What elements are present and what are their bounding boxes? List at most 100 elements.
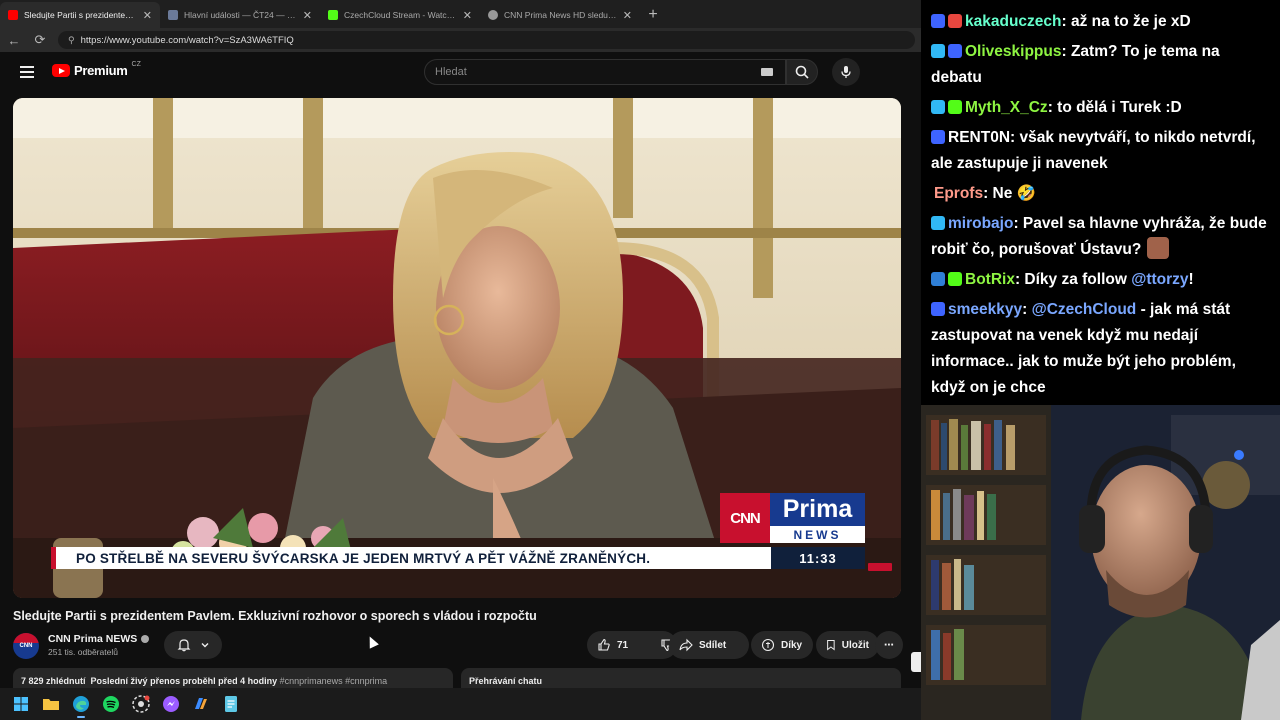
badge-icon: [931, 130, 945, 144]
microphone-icon: [841, 66, 851, 78]
tab-kick[interactable]: CzechCloud Stream - Watch Live ✕: [320, 2, 480, 28]
menu-icon[interactable]: [20, 66, 34, 78]
chat-message: Oliveskippus: Zatm? To je tema na debatu: [931, 39, 1270, 91]
channel-row: CNN CNN Prima NEWS 251 tis. odběratelů 7…: [13, 630, 903, 660]
thanks-button[interactable]: Díky: [751, 631, 813, 659]
youtube-page: Premium CZ Hledat CNN Prima NEWS PO STŘE…: [0, 52, 921, 698]
broadcast-clock: 11:33: [771, 547, 865, 569]
site-info-icon[interactable]: ⚲: [68, 35, 75, 46]
channel-name-link[interactable]: CNN Prima NEWS: [48, 633, 150, 645]
view-count: 7 829 zhlédnutí: [21, 676, 86, 686]
brand-label: Premium: [74, 63, 128, 78]
chat-username[interactable]: Myth_X_Cz: [965, 99, 1048, 116]
chat-username[interactable]: BotRix: [965, 271, 1015, 288]
emote-icon: [1147, 237, 1170, 259]
like-button[interactable]: 71: [587, 631, 638, 659]
video-title: Sledujte Partii s prezidentem Pavlem. Ex…: [13, 609, 537, 623]
badge-icon: [948, 44, 962, 58]
chat-username[interactable]: kakaduczech: [965, 13, 1062, 30]
user-badges: [931, 44, 962, 58]
chat-message: mirobajo: Pavel sa hlavne vyhráža, že bu…: [931, 211, 1270, 263]
tab-cnn-prima[interactable]: CNN Prima News HD sledujte onl ✕: [480, 2, 640, 28]
chat-username[interactable]: RENT0N: [948, 129, 1010, 146]
close-icon[interactable]: ✕: [143, 9, 152, 22]
tab-title: CzechCloud Stream - Watch Live: [344, 10, 457, 20]
stream-chat-overlay: kakaduczech: až na to že je xD Oliveskipp…: [921, 0, 1280, 405]
chat-message: Eprofs: Ne 🤣: [931, 181, 1270, 207]
chat-message: RENT0N: však nevytváří, to nikdo netvrdí…: [931, 125, 1270, 177]
badge-icon: [931, 100, 945, 114]
verified-icon: [141, 635, 150, 643]
youtube-favicon-icon: [8, 10, 18, 20]
hashtags[interactable]: #cnnprimanews #cnnprima: [280, 676, 388, 686]
chat-username[interactable]: Oliveskippus: [965, 43, 1061, 60]
more-actions-button[interactable]: ⋯: [875, 631, 903, 659]
tab-youtube[interactable]: Sledujte Partii s prezidentem Pavle ✕: [0, 2, 160, 28]
chat-mention[interactable]: @ttorzy: [1131, 271, 1188, 288]
tab-title: Hlavní události — ČT24 — Česká: [184, 10, 297, 20]
chat-message: Myth_X_Cz: to dělá i Turek :D: [931, 95, 1270, 121]
user-badges: [931, 14, 962, 28]
badge-icon: [948, 100, 962, 114]
chat-username[interactable]: mirobajo: [948, 215, 1013, 232]
share-button[interactable]: Sdílet: [669, 631, 749, 659]
kick-favicon-icon: [328, 10, 338, 20]
back-arrow-icon[interactable]: ←: [6, 33, 22, 48]
chat-replay-label: Přehrávání chatu: [469, 676, 543, 686]
chevron-down-icon: [201, 643, 208, 648]
cnn-logo: CNN: [720, 493, 770, 543]
chat-mention[interactable]: @CzechCloud: [1032, 301, 1137, 318]
search-button[interactable]: [786, 59, 818, 85]
channel-name: CNN Prima NEWS: [48, 633, 138, 645]
user-badges: [931, 130, 945, 144]
search-input[interactable]: [435, 66, 761, 78]
chat-text: : až na to že je xD: [1061, 13, 1191, 30]
messenger-icon[interactable]: [160, 693, 182, 715]
chrome-icon[interactable]: [130, 693, 152, 715]
side-panel-tab[interactable]: [911, 652, 921, 672]
thumbs-up-icon: [598, 638, 610, 651]
badge-icon: [931, 216, 945, 230]
channel-watermark: [868, 563, 892, 571]
spotify-icon[interactable]: [100, 693, 122, 715]
edge-icon[interactable]: [70, 693, 92, 718]
save-button[interactable]: Uložit: [816, 631, 879, 659]
ticker-text: PO STŘELBĚ NA SEVERU ŠVÝCARSKA JE JEDEN …: [76, 550, 651, 566]
windows-icon[interactable]: [10, 693, 32, 715]
close-icon[interactable]: ✕: [623, 9, 632, 22]
channel-avatar[interactable]: CNN: [13, 633, 39, 659]
user-badges: [931, 272, 962, 286]
close-icon[interactable]: ✕: [463, 9, 472, 22]
youtube-logo[interactable]: Premium CZ: [52, 61, 141, 78]
chat-username[interactable]: smeekkyy: [948, 301, 1022, 318]
more-icon: ⋯: [884, 639, 894, 651]
news-ticker: PO STŘELBĚ NA SEVERU ŠVÝCARSKA JE JEDEN …: [51, 547, 771, 569]
notification-bell-button[interactable]: [164, 631, 222, 659]
reload-icon[interactable]: ⟳: [32, 32, 48, 48]
address-bar-row: ← ⟳ ⚲ https://www.youtube.com/watch?v=Sz…: [0, 28, 921, 52]
tab-title: Sledujte Partii s prezidentem Pavle: [24, 10, 137, 20]
chat-text-suffix: !: [1188, 271, 1194, 288]
subscriber-count: 251 tis. odběratelů: [48, 647, 118, 657]
like-dislike-group: 71: [587, 631, 677, 659]
chat-message: BotRix: Díky za follow @ttorzy!: [931, 267, 1270, 293]
badge-icon: [948, 272, 962, 286]
file-explorer-icon[interactable]: [40, 693, 62, 715]
chat-text: : Díky za follow: [1014, 271, 1132, 288]
user-badges: [931, 216, 945, 230]
globe-favicon-icon: [488, 10, 498, 20]
save-label: Uložit: [841, 639, 869, 651]
chat-username[interactable]: Eprofs: [934, 185, 983, 202]
notepad-icon[interactable]: [220, 693, 242, 715]
video-player[interactable]: CNN Prima NEWS PO STŘELBĚ NA SEVERU ŠVÝC…: [13, 98, 901, 598]
chat-text: : Ne 🤣: [983, 185, 1036, 202]
user-badges: [931, 100, 962, 114]
keyboard-icon[interactable]: [761, 68, 773, 76]
new-tab-button[interactable]: +: [640, 2, 666, 28]
tab-ct24[interactable]: Hlavní události — ČT24 — Česká ✕: [160, 2, 320, 28]
close-icon[interactable]: ✕: [303, 9, 312, 22]
voice-search-button[interactable]: [832, 58, 860, 86]
youtube-play-icon: [52, 64, 70, 77]
copilot-icon[interactable]: [190, 693, 212, 715]
url-field[interactable]: ⚲ https://www.youtube.com/watch?v=SzA3WA…: [58, 31, 915, 49]
